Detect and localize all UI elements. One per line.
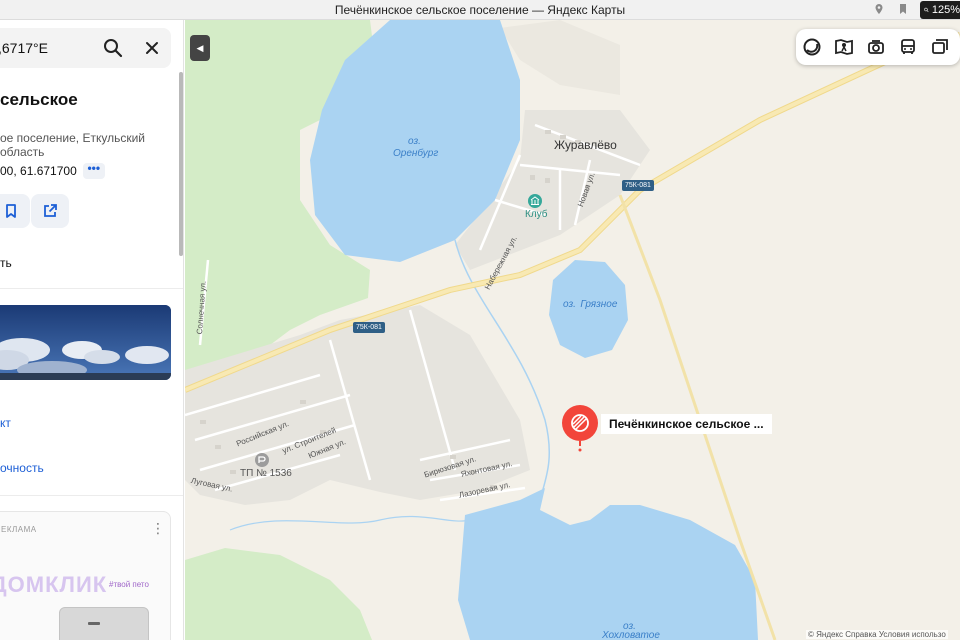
club-icon[interactable] — [528, 194, 542, 208]
more-button[interactable]: ••• — [82, 162, 105, 179]
place-subtitle: ое поселение, Еткульский область — [0, 131, 146, 159]
ad-label: ЕКЛАМА — [1, 525, 37, 534]
lake-gryaznoe-name: Грязное — [580, 299, 618, 310]
lake-gryaznoe-prefix: оз. — [563, 299, 576, 310]
divider — [0, 495, 183, 496]
ad-card[interactable]: ЕКЛАМА ⋮ ДОМКЛИК #твой пето — [0, 511, 171, 640]
village-label[interactable]: Журавлёво — [554, 138, 617, 152]
camera-icon[interactable] — [866, 37, 886, 57]
panel-scrollbar[interactable] — [179, 72, 183, 256]
place-photo[interactable] — [0, 305, 171, 380]
panorama-icon[interactable] — [834, 37, 854, 57]
close-icon[interactable] — [142, 38, 162, 58]
share-icon — [44, 204, 57, 217]
map-canvas[interactable] — [185, 20, 960, 640]
collapse-panel-button[interactable]: ◀ — [190, 35, 210, 61]
ad-hashtag: #твой пето — [109, 580, 149, 589]
tp-label[interactable]: ТП № 1536 — [240, 468, 292, 479]
bookmark-icon — [6, 204, 16, 218]
bookmark-tab-icon[interactable] — [896, 3, 910, 17]
lake-khokhlovatoe-label[interactable]: Хохловатое — [602, 630, 660, 640]
browser-titlebar: Печёнкинское сельское поселение — Яндекс… — [0, 0, 960, 20]
ad-brand-logo: ДОМКЛИК — [0, 572, 108, 597]
panel-link[interactable]: кт — [0, 416, 11, 430]
share-button[interactable] — [31, 194, 69, 228]
place-panel: ,6717°E сельское ое поселение, Еткульски… — [0, 20, 184, 640]
ad-menu-button[interactable]: ⋮ — [151, 520, 165, 537]
zoom-icon — [924, 7, 929, 13]
map-layers-toolbar — [796, 29, 960, 65]
bookmark-button[interactable] — [0, 194, 30, 228]
traffic-icon[interactable] — [930, 37, 950, 57]
stream — [229, 515, 471, 531]
window-title: Печёнкинское сельское поселение — Яндекс… — [334, 3, 626, 17]
lake-khokhlovatoe — [458, 488, 758, 640]
search-input[interactable]: ,6717°E — [0, 40, 48, 56]
road-number-badge: 75К-081 — [622, 180, 654, 191]
coordinates-text: 00, 61.671700 — [0, 164, 77, 178]
club-label[interactable]: Клуб — [525, 209, 548, 220]
search-field[interactable]: ,6717°E — [0, 28, 171, 68]
road-number-badge: 75К-081 — [353, 322, 385, 333]
zoom-indicator[interactable]: 125% — [920, 1, 960, 19]
lake-gryaznoe-label[interactable]: оз. Грязное — [563, 294, 617, 312]
map-footer[interactable]: © Яндекс Справка Условия использо — [806, 630, 948, 639]
location-icon[interactable] — [872, 3, 886, 17]
divider — [0, 288, 183, 289]
transit-icon[interactable] — [898, 37, 918, 57]
tp-icon[interactable] — [255, 453, 269, 467]
place-pin[interactable] — [561, 404, 599, 452]
panel-link[interactable]: очность — [0, 461, 44, 475]
place-title: сельское — [0, 90, 78, 109]
pin-label[interactable]: Печёнкинское сельское ... — [601, 414, 772, 434]
lake-orenburg-prefix: оз. — [408, 136, 421, 147]
search-icon[interactable] — [102, 37, 124, 59]
lake-orenburg-label[interactable]: Оренбург — [393, 148, 438, 159]
ad-product-image — [59, 607, 149, 640]
forest-area — [185, 548, 372, 640]
layers-icon[interactable] — [802, 37, 822, 57]
zoom-level: 125% — [931, 4, 960, 16]
panel-item[interactable]: ть — [0, 256, 12, 270]
place-coordinates: 00, 61.671700 ••• — [0, 162, 105, 179]
